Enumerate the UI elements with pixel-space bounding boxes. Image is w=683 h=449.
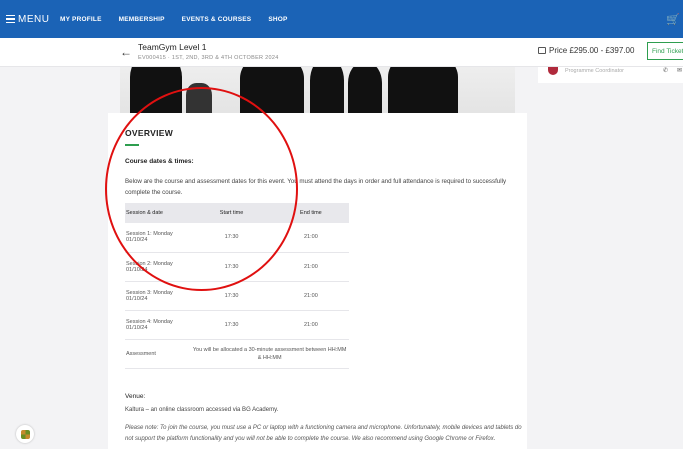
assessment-cell: Assessment — [125, 339, 191, 369]
event-title: TeamGym Level 1 — [138, 42, 207, 52]
session-cell: Session 4: Monday 01/10/24 — [125, 310, 191, 340]
overview-card: OVERVIEW Course dates & times: Below are… — [108, 113, 527, 449]
session-cell: Session 1: Monday 01/10/24 — [125, 223, 191, 253]
intro-text: Below are the course and assessment date… — [125, 178, 507, 196]
top-nav: MENU MY PROFILE MEMBERSHIP EVENTS & COUR… — [0, 0, 683, 38]
table-row: Session 1: Monday 01/10/24 17:30 21:00 — [125, 223, 349, 253]
menu-button[interactable]: MENU — [0, 14, 60, 25]
start-cell: 17:30 — [190, 223, 273, 253]
heading-divider — [125, 144, 139, 146]
nav-item-shop[interactable]: SHOP — [268, 16, 287, 23]
table-row: Session 3: Monday 01/10/24 17:30 21:00 — [125, 281, 349, 311]
start-cell: 17:30 — [190, 252, 273, 282]
end-cell: 21:00 — [272, 310, 349, 340]
table-row: Assessment You will be allocated a 30-mi… — [125, 339, 349, 369]
start-cell: 17:30 — [190, 281, 273, 311]
nav-item-events-courses[interactable]: EVENTS & COURSES — [182, 16, 252, 23]
header-end: End time — [272, 203, 349, 223]
session-cell: Session 2: Monday 01/10/24 — [125, 252, 191, 282]
end-cell: 21:00 — [272, 223, 349, 253]
overview-heading: OVERVIEW — [125, 128, 174, 138]
find-tickets-button[interactable]: Find Tickets — [647, 42, 683, 60]
assessment-note-cell: You will be allocated a 30-minute assess… — [190, 339, 349, 369]
chat-widget-button[interactable] — [16, 425, 34, 443]
header-session: Session & date — [125, 203, 191, 223]
coordinator-card: Programme Coordinator ✆ ✉ — [538, 67, 683, 83]
nav-item-membership[interactable]: MEMBERSHIP — [119, 16, 165, 23]
end-cell: 21:00 — [272, 281, 349, 311]
mail-icon[interactable]: ✉ — [677, 67, 682, 74]
back-arrow-icon[interactable]: ← — [120, 45, 132, 59]
header-start: Start time — [190, 203, 273, 223]
event-header: ← TeamGym Level 1 EV000415 · 1ST, 2ND, 3… — [0, 38, 683, 67]
price-range: Price £295.00 - £397.00 — [538, 46, 634, 55]
menu-label: MENU — [18, 13, 50, 25]
end-cell: 21:00 — [272, 252, 349, 282]
avatar — [548, 67, 558, 75]
event-subtitle: EV000415 · 1ST, 2ND, 3RD & 4TH OCTOBER 2… — [138, 55, 279, 61]
sessions-table: Session & date Start time End time Sessi… — [125, 203, 349, 369]
price-text: Price £295.00 - £397.00 — [549, 46, 635, 55]
coordinator-role: Programme Coordinator — [565, 68, 624, 74]
phone-icon[interactable]: ✆ — [663, 67, 668, 74]
venue-text: Kaltura – an online classroom accessed v… — [125, 407, 279, 413]
table-row: Session 2: Monday 01/10/24 17:30 21:00 — [125, 252, 349, 282]
table-row: Session 4: Monday 01/10/24 17:30 21:00 — [125, 310, 349, 340]
session-cell: Session 3: Monday 01/10/24 — [125, 281, 191, 311]
device-note: Please note: To join the course, you mus… — [125, 425, 522, 442]
course-dates-heading: Course dates & times: — [125, 158, 194, 165]
venue-heading: Venue: — [125, 393, 146, 400]
start-cell: 17:30 — [190, 310, 273, 340]
ticket-icon — [538, 47, 546, 54]
nav-item-my-profile[interactable]: MY PROFILE — [60, 16, 102, 23]
chat-icon — [20, 429, 30, 439]
hero-image — [120, 67, 515, 113]
hamburger-icon — [6, 14, 15, 24]
cart-icon[interactable]: 🛒 — [666, 13, 680, 26]
table-header-row: Session & date Start time End time — [125, 203, 349, 223]
